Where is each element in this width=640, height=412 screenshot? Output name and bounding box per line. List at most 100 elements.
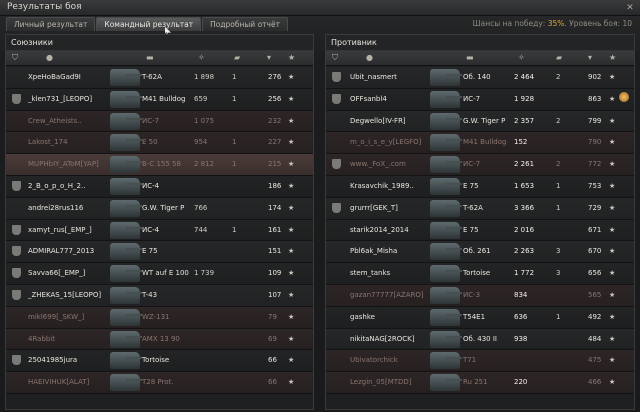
table-row[interactable]: Lezgin_05[MTDD] Ru 251 220 466 ★ xyxy=(326,372,634,394)
tank-icon xyxy=(430,134,462,152)
results-tabs: Личный результат Командный результат Под… xyxy=(6,17,289,31)
table-row[interactable]: HAEIVIHUK[ALAT] T28 Prot. 66 ★ xyxy=(6,372,313,394)
star-icon: ★ xyxy=(609,73,616,81)
tank-icon xyxy=(110,69,142,86)
table-row[interactable]: mikl699[_SKW_] WZ-131 79 ★ xyxy=(6,306,313,329)
player-name: ADMIRAL777_2013 xyxy=(28,247,95,256)
damage-value: 834 xyxy=(514,290,528,299)
xp-value: 69 xyxy=(268,334,277,343)
player-column-icon[interactable]: ● xyxy=(366,53,373,62)
star-icon: ★ xyxy=(288,94,295,103)
table-row[interactable]: 25041985jura Tortoise 66 ★ xyxy=(6,350,313,373)
kills-value: 1 xyxy=(556,203,561,212)
star-icon: ★ xyxy=(609,378,616,387)
player-name: Savva66[_EMP_] xyxy=(28,269,86,278)
clan-emblem-icon xyxy=(12,355,21,366)
tank-icon xyxy=(110,134,142,152)
table-row[interactable]: 2_B_o_p_o_H_2.. ИС-4 186 ★ xyxy=(6,175,313,198)
table-row[interactable]: Savva66[_EMP_] WT auf E 100 1 739 109 ★ xyxy=(6,263,313,285)
damage-column-icon[interactable]: ✧ xyxy=(518,53,525,62)
damage-value: 954 xyxy=(194,138,208,147)
kills-column-icon[interactable]: ▰ xyxy=(234,53,240,62)
player-name: m_o_i_s_e_y[LEGFO] xyxy=(350,138,422,147)
table-row[interactable]: xamyt_rus[_EMP_] ИС-4 744 1 161 ★ xyxy=(6,219,313,242)
xp-value: 863 xyxy=(588,94,602,103)
clan-column-icon[interactable]: ⛉ xyxy=(332,53,338,63)
medal-icon xyxy=(619,91,629,102)
damage-value: 3 366 xyxy=(514,203,535,212)
table-row[interactable]: Ubit_nasmert Об. 140 2 464 2 902 ★ xyxy=(326,67,634,89)
kills-column-icon[interactable]: ▰ xyxy=(556,53,562,62)
close-icon[interactable]: ✕ xyxy=(624,2,636,14)
clan-emblem-icon xyxy=(332,159,341,170)
sort-arrow-icon[interactable]: ▾ xyxy=(267,53,271,62)
table-row[interactable]: _ZHEKAS_15[LEOPO] T-43 107 ★ xyxy=(6,284,313,307)
tab-team[interactable]: Командный результат xyxy=(96,17,202,31)
table-row[interactable]: grurrr[GEK_T] T-62A 3 366 1 729 ★ xyxy=(326,197,634,220)
xp-value: 656 xyxy=(588,269,602,278)
star-icon: ★ xyxy=(288,356,295,365)
player-name: gashke xyxy=(350,312,375,321)
tank-icon xyxy=(110,352,142,370)
table-row[interactable]: OFFsanbl4 ИС-7 1 928 863 ★ xyxy=(326,88,634,111)
player-column-icon[interactable]: ● xyxy=(46,53,53,62)
damage-value: 2 464 xyxy=(514,73,535,81)
window-title: Результаты боя xyxy=(7,2,82,12)
tab-detailed[interactable]: Подробный отчёт xyxy=(202,17,288,31)
star-icon: ★ xyxy=(288,73,295,81)
vehicle-column-icon[interactable]: ▬ xyxy=(146,53,154,62)
clan-column-icon[interactable]: ⛉ xyxy=(12,53,18,63)
table-row[interactable]: gashke T54E1 636 1 492 ★ xyxy=(326,306,634,329)
table-row[interactable]: Degwello[IV-FR] G.W. Tiger P 2 357 2 799 ★ xyxy=(326,110,634,133)
battle-results-window: Результаты боя ✕ Личный результат Команд… xyxy=(0,0,640,412)
sort-arrow-icon[interactable]: ▾ xyxy=(588,53,592,62)
xp-value: 475 xyxy=(588,356,602,365)
table-row[interactable]: MUPHbIY_AToM[YAP] B-C 155 58 2 812 1 215 ★ xyxy=(6,154,313,176)
table-row[interactable]: Pbl6ak_Misha Об. 261 2 263 3 670 ★ xyxy=(326,241,634,264)
table-row[interactable]: Lakost_174 E 50 954 1 227 ★ xyxy=(6,132,313,155)
table-row[interactable]: ADMIRAL777_2013 E 75 151 ★ xyxy=(6,241,313,264)
clan-emblem-icon xyxy=(12,289,21,300)
xp-value: 107 xyxy=(268,290,282,299)
vehicle-name: Об. 140 xyxy=(463,73,491,81)
vehicle-name: ИС-7 xyxy=(463,94,481,103)
table-row[interactable]: www._FoX_.com ИС-7 2 261 2 772 ★ xyxy=(326,154,634,176)
table-row[interactable]: 4Rabbit AMX 13 90 69 ★ xyxy=(6,328,313,351)
table-row[interactable]: Ubivatorchick T71 475 ★ xyxy=(326,350,634,373)
player-name: starik2014_2014 xyxy=(350,225,409,234)
table-row[interactable]: starik2014_2014 E 75 2 016 671 ★ xyxy=(326,219,634,242)
player-name: stem_tanks xyxy=(350,269,391,278)
vehicle-name: ИС-4 xyxy=(142,225,160,234)
tank-icon xyxy=(430,374,462,392)
table-row[interactable]: stem_tanks Tortoise 1 772 3 656 ★ xyxy=(326,263,634,285)
table-row[interactable]: m_o_i_s_e_y[LEGFO] M41 Bulldog 152 790 ★ xyxy=(326,132,634,155)
allies-title: Союзники xyxy=(6,35,313,51)
battle-level-label: . Уровень боя: 10 xyxy=(564,19,632,28)
star-icon: ★ xyxy=(609,356,616,365)
kills-value: 3 xyxy=(556,269,561,278)
enemies-panel: Противник ⛉ ● ▬ ✧ ▰ ▾ ★ Ubit_nasmert Об. … xyxy=(325,34,635,410)
table-row[interactable]: Krasavchik_1989.. E 75 1 653 1 753 ★ xyxy=(326,175,634,198)
xp-column-star-icon[interactable]: ★ xyxy=(609,53,616,62)
win-chance-value: 35% xyxy=(547,19,565,28)
damage-value: 1 653 xyxy=(514,181,535,190)
table-row[interactable]: Crew_Atheists.. ИС-7 1 075 232 ★ xyxy=(6,110,313,133)
xp-column-star-icon[interactable]: ★ xyxy=(288,53,295,62)
tank-icon xyxy=(110,156,142,174)
tab-personal[interactable]: Личный результат xyxy=(6,17,96,31)
vehicle-name: E 75 xyxy=(142,247,158,256)
tank-icon xyxy=(430,330,462,348)
star-icon: ★ xyxy=(609,225,616,234)
player-name: Crew_Atheists.. xyxy=(28,116,82,125)
table-row[interactable]: _klen731_[LEOPO] M41 Bulldog 659 1 256 ★ xyxy=(6,88,313,111)
xp-value: 671 xyxy=(588,225,602,234)
xp-value: 276 xyxy=(268,73,282,81)
vehicle-name: T-62A xyxy=(463,203,483,212)
kills-value: 1 xyxy=(232,225,237,234)
vehicle-column-icon[interactable]: ▬ xyxy=(466,53,474,62)
table-row[interactable]: XpeHoBaGad9I T-62A 1 898 1 276 ★ xyxy=(6,67,313,89)
table-row[interactable]: gazan77777[AZARO] ИС-3 834 565 ★ xyxy=(326,284,634,307)
damage-column-icon[interactable]: ✧ xyxy=(198,53,205,62)
table-row[interactable]: andrei28rus116 G.W. Tiger P 766 174 ★ xyxy=(6,197,313,220)
table-row[interactable]: nikitaNAG[2ROCK] Об. 430 II 938 484 ★ xyxy=(326,328,634,351)
